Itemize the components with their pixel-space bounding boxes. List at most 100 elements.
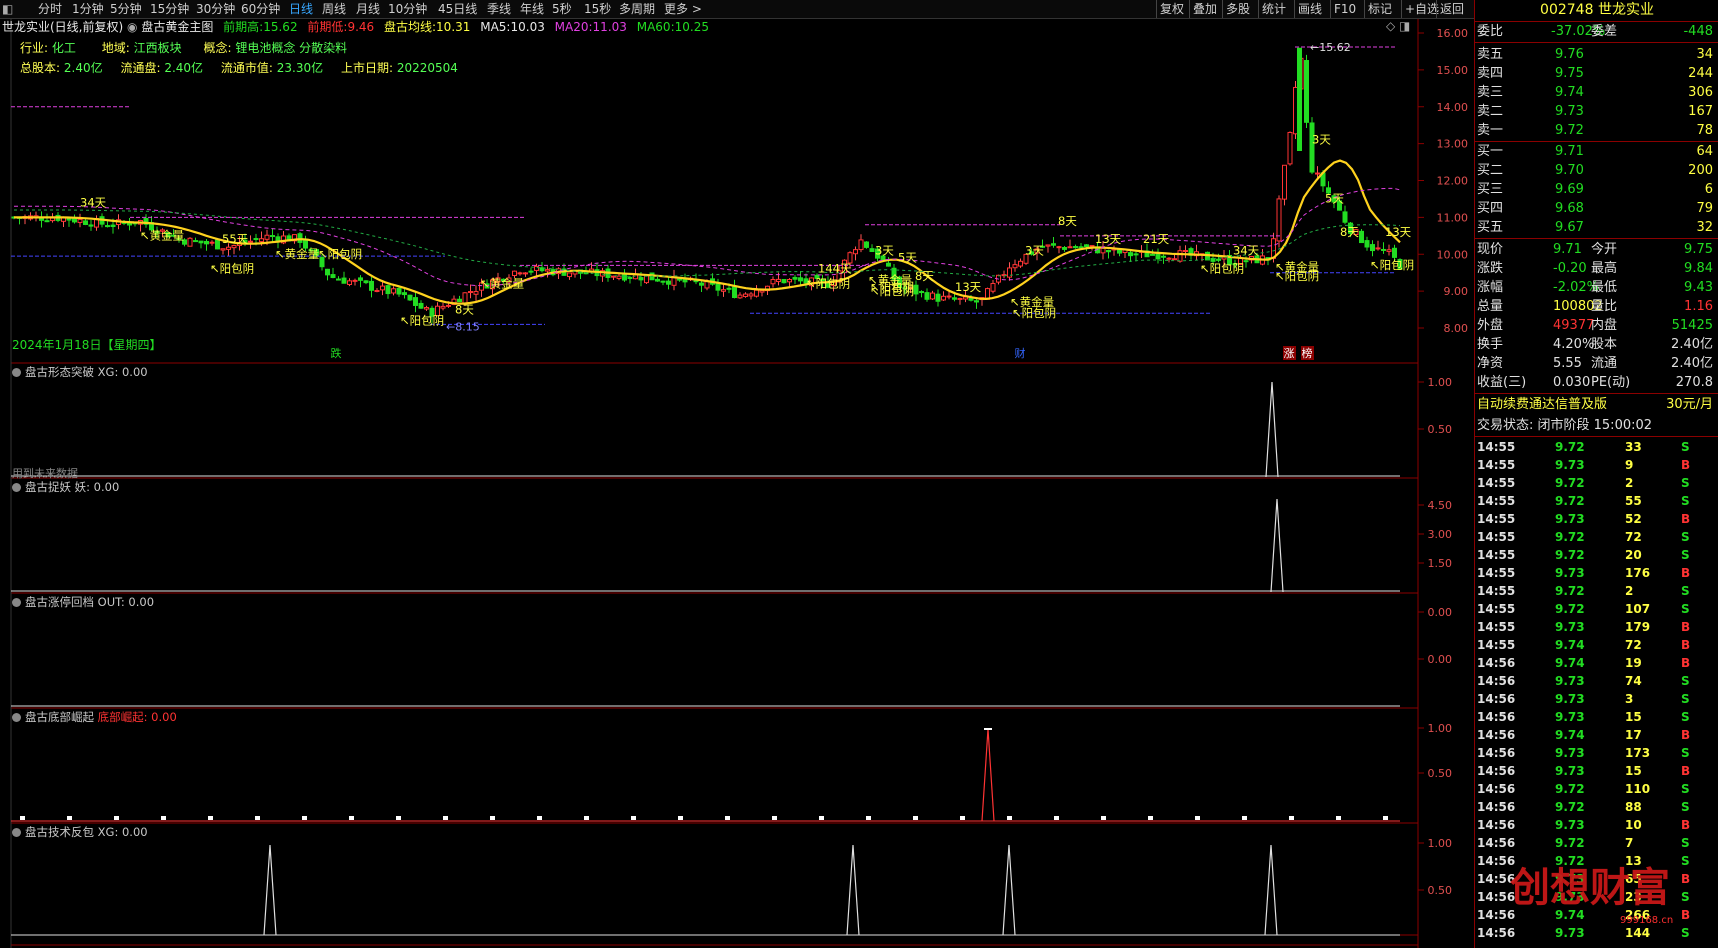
panel-toggle-icon[interactable]: [12, 598, 21, 607]
candle-body: [220, 248, 226, 251]
y-tick-label: 0.00: [1428, 606, 1453, 619]
period-tab-16[interactable]: 更多 >: [664, 1, 702, 17]
panel-title-bottom[interactable]: 盘古底部崛起 底部崛起: 0.00: [12, 710, 177, 725]
period-tab-1[interactable]: 1分钟: [72, 1, 104, 17]
kline-chart-area[interactable]: 16.00 15.00 14.00 13.00 12.00 11.00 10.00 9.00 8…: [0, 19, 1474, 948]
candle-body: [781, 278, 787, 284]
bid-volume: 32: [1696, 220, 1713, 235]
indicator-name[interactable]: 盘古黄金主图: [141, 20, 213, 34]
tick-price: 9.73: [1555, 458, 1585, 472]
bottom-dot: [490, 816, 495, 820]
candle-body: [952, 297, 957, 300]
toolbar-button-4[interactable]: 画线: [1298, 1, 1322, 17]
tick-volume: 20: [1625, 548, 1642, 562]
stat-value: 0.030: [1553, 375, 1591, 390]
toolbar-button-5[interactable]: F10: [1334, 1, 1356, 17]
indicator-dropdown-icon[interactable]: ◉: [127, 20, 137, 34]
toolbar-button-6[interactable]: 标记: [1368, 1, 1392, 17]
tick-volume: 72: [1625, 530, 1642, 544]
tick-side: S: [1681, 584, 1690, 598]
signal-label: ↖阳包阴: [1012, 306, 1056, 320]
candle-body: [1364, 240, 1370, 248]
period-tab-13[interactable]: 5秒: [552, 1, 572, 17]
ad-row[interactable]: 自动续费通达信普及版 30元/月: [1475, 396, 1718, 414]
toolbar-button-8[interactable]: 返回: [1440, 1, 1464, 17]
period-tab-14[interactable]: 15秒: [584, 1, 611, 17]
period-tab-7[interactable]: 周线: [322, 1, 346, 17]
candle-body: [1117, 249, 1122, 254]
toolbar-button-7[interactable]: +自选: [1405, 1, 1439, 17]
chart-corner-icons[interactable]: ◇ ◨: [1386, 19, 1410, 33]
tick-volume: 2: [1625, 584, 1634, 598]
candle-body: [699, 282, 704, 286]
panel-toggle-icon[interactable]: [12, 828, 21, 837]
ask-price: 9.73: [1555, 104, 1584, 119]
stat-label: PE(动): [1591, 375, 1631, 390]
period-tab-10[interactable]: 45日线: [438, 1, 477, 17]
panel-title-breakout[interactable]: 盘古形态突破 XG: 0.00: [12, 365, 148, 380]
tick-row: 14:55 9.72 20 S: [1475, 546, 1718, 564]
tick-price: 9.72: [1555, 836, 1585, 850]
period-tab-3[interactable]: 15分钟: [150, 1, 189, 17]
tick-time: 14:55: [1477, 548, 1516, 562]
toolbar-button-2[interactable]: 多股: [1226, 1, 1250, 17]
tick-side: S: [1681, 530, 1690, 544]
event-marker: 涨: [1284, 347, 1295, 360]
panel-title-reversal[interactable]: 盘古技术反包 XG: 0.00: [12, 825, 148, 840]
period-tab-2[interactable]: 5分钟: [110, 1, 142, 17]
toolbar-button-0[interactable]: 复权: [1160, 1, 1184, 17]
period-tab-5[interactable]: 60分钟: [241, 1, 280, 17]
y-tick-label: 1.00: [1428, 376, 1453, 389]
panel-toggle-icon[interactable]: [12, 713, 21, 722]
tick-row: 14:55 9.72 72 S: [1475, 528, 1718, 546]
layout-toggle-icon[interactable]: ◧: [2, 1, 13, 17]
tick-price: 9.72: [1555, 440, 1585, 454]
candle-body: [941, 295, 946, 301]
tick-volume: 107: [1625, 602, 1651, 616]
bid-price: 9.69: [1555, 182, 1584, 197]
period-tab-8[interactable]: 月线: [356, 1, 380, 17]
candle-body: [974, 300, 979, 303]
stat-value: 9.43: [1684, 280, 1713, 295]
watermark-logo: 创想财富: [1510, 864, 1670, 911]
tick-volume: 2: [1625, 476, 1634, 490]
panel-title-demon[interactable]: 盘古捉妖 妖: 0.00: [12, 480, 119, 495]
toolbar-button-1[interactable]: 叠加: [1193, 1, 1217, 17]
ad-price: 30元/月: [1666, 397, 1713, 412]
period-tab-9[interactable]: 10分钟: [388, 1, 427, 17]
panel-title-limitup[interactable]: 盘古涨停回档 OUT: 0.00: [12, 595, 154, 610]
panel-name: 盘古底部崛起: [25, 710, 94, 724]
candle-body: [545, 269, 550, 272]
reversal-spike: [263, 844, 277, 936]
period-tab-0[interactable]: 分时: [38, 1, 62, 17]
period-tab-11[interactable]: 季线: [487, 1, 511, 17]
candle-body: [1216, 258, 1221, 261]
bid-price: 9.70: [1555, 163, 1584, 178]
bid-row: 买四 9.68 79: [1475, 200, 1718, 218]
panel-toggle-icon[interactable]: [12, 483, 21, 492]
period-tab-15[interactable]: 多周期: [619, 1, 655, 17]
tick-volume: 15: [1625, 710, 1642, 724]
period-tab-12[interactable]: 年线: [520, 1, 544, 17]
ma5-value: 10.03: [510, 20, 545, 34]
stat-row: 涨跌 -0.20 最高 9.84: [1475, 260, 1718, 278]
weicha-value: -448: [1683, 24, 1713, 39]
period-tab-4[interactable]: 30分钟: [196, 1, 235, 17]
stat-row: 外盘 49377 内盘 51425: [1475, 317, 1718, 335]
tick-side: B: [1681, 512, 1691, 526]
candle-body: [1276, 198, 1282, 242]
stat-row: 涨幅 -2.02% 最低 9.43: [1475, 279, 1718, 297]
stat-value: 9.75: [1684, 242, 1713, 257]
tick-row: 14:56 9.73 15 S: [1475, 708, 1718, 726]
divider: [1475, 436, 1718, 437]
tick-side: B: [1681, 872, 1691, 886]
tick-volume: 179: [1625, 620, 1651, 634]
toolbar-button-3[interactable]: 统计: [1262, 1, 1286, 17]
stat-label: 量比: [1591, 299, 1618, 314]
tick-price: 9.74: [1555, 638, 1585, 652]
bottom-dot: [1148, 816, 1153, 820]
tick-volume: 176: [1625, 566, 1651, 580]
panel-toggle-icon[interactable]: [12, 368, 21, 377]
period-tab-6[interactable]: 日线: [289, 1, 313, 17]
candle-body: [864, 241, 869, 248]
